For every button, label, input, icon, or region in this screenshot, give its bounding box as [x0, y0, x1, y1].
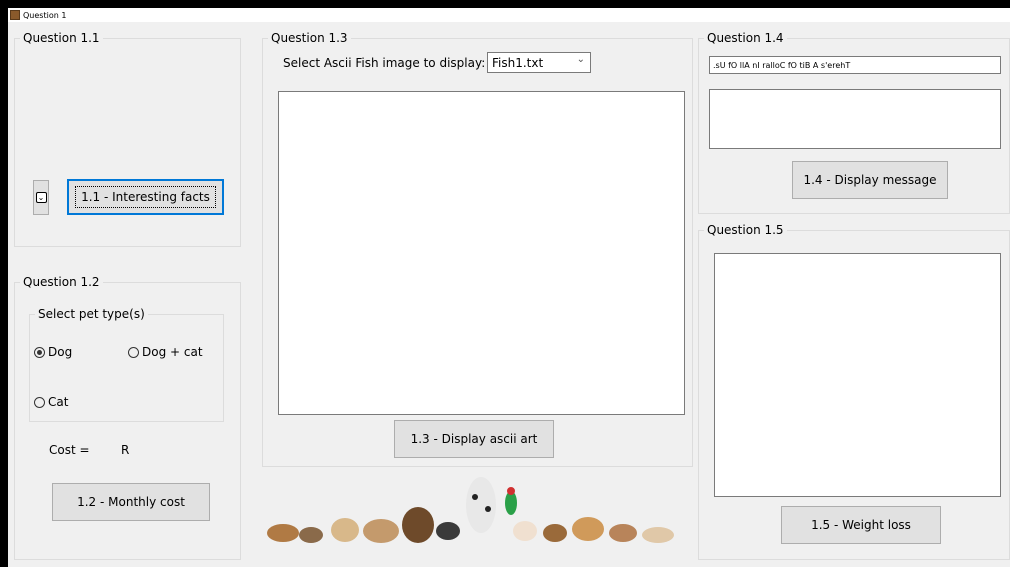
fish-select-label: Select Ascii Fish image to display:	[283, 56, 486, 70]
interesting-facts-button[interactable]: 1.1 - Interesting facts	[67, 179, 224, 215]
cost-value: R	[121, 443, 130, 457]
question-1-3-group: Question 1.3 Select Ascii Fish image to …	[262, 30, 693, 467]
radio-cat-indicator	[34, 396, 45, 408]
question-1-1-group: Question 1.1 ⌄ 1.1 - Interesting facts	[14, 30, 241, 247]
message-output[interactable]	[709, 89, 1001, 149]
radio-cat[interactable]: Cat	[34, 395, 68, 409]
cost-label: Cost =	[49, 443, 90, 457]
fish-select-dropdown[interactable]: Fish1.txt ⌄	[487, 52, 591, 73]
display-message-label: 1.4 - Display message	[803, 173, 937, 187]
weight-loss-display[interactable]	[714, 253, 1001, 497]
radio-cat-label: Cat	[48, 395, 69, 409]
question-1-2-legend: Question 1.2	[20, 274, 103, 290]
pets-image	[267, 477, 674, 543]
monthly-cost-button[interactable]: 1.2 - Monthly cost	[52, 483, 210, 521]
radio-dog[interactable]: Dog	[34, 345, 72, 359]
question-1-4-legend: Question 1.4	[704, 30, 787, 46]
fish-select-value: Fish1.txt	[492, 55, 544, 70]
weight-loss-label: 1.5 - Weight loss	[811, 518, 911, 532]
dropdown-toggle[interactable]: ⌄	[33, 180, 49, 215]
pet-type-group: Select pet type(s) Dog Dog + cat Cat	[29, 306, 224, 422]
window-title: Question 1	[23, 10, 67, 20]
question-1-1-legend: Question 1.1	[20, 30, 103, 46]
app-icon	[10, 10, 20, 20]
interesting-facts-label: 1.1 - Interesting facts	[75, 186, 216, 208]
radio-dog-indicator	[34, 346, 45, 358]
chevron-down-icon: ⌄	[576, 54, 585, 65]
question-1-3-legend: Question 1.3	[268, 30, 351, 46]
radio-dog-cat[interactable]: Dog + cat	[128, 345, 203, 359]
radio-dog-label: Dog	[48, 345, 73, 359]
display-ascii-art-label: 1.3 - Display ascii art	[410, 432, 538, 446]
chevron-down-icon: ⌄	[35, 192, 47, 203]
question-1-4-group: Question 1.4 .sU fO llA nI ralloC fO tiB…	[698, 30, 1010, 214]
ascii-art-display[interactable]	[278, 91, 685, 415]
pet-type-legend: Select pet type(s)	[35, 306, 148, 322]
main-window: Question 1 Question 1.1 ⌄ 1.1 - Interest…	[8, 8, 1010, 567]
radio-dog-cat-label: Dog + cat	[142, 345, 203, 359]
weight-loss-button[interactable]: 1.5 - Weight loss	[781, 506, 941, 544]
question-1-5-legend: Question 1.5	[704, 222, 787, 238]
display-message-button[interactable]: 1.4 - Display message	[792, 161, 948, 199]
dog-figures	[267, 477, 674, 543]
title-bar: Question 1	[8, 8, 1010, 22]
monthly-cost-label: 1.2 - Monthly cost	[77, 495, 185, 509]
radio-dog-cat-indicator	[128, 346, 139, 358]
display-ascii-art-button[interactable]: 1.3 - Display ascii art	[394, 420, 554, 458]
question-1-5-group: Question 1.5 1.5 - Weight loss	[698, 222, 1010, 560]
message-input-value: .sU fO llA nI ralloC fO tiB A s'erehT	[713, 60, 851, 70]
question-1-2-group: Question 1.2 Select pet type(s) Dog Dog …	[14, 274, 241, 560]
message-input[interactable]: .sU fO llA nI ralloC fO tiB A s'erehT	[709, 56, 1001, 74]
